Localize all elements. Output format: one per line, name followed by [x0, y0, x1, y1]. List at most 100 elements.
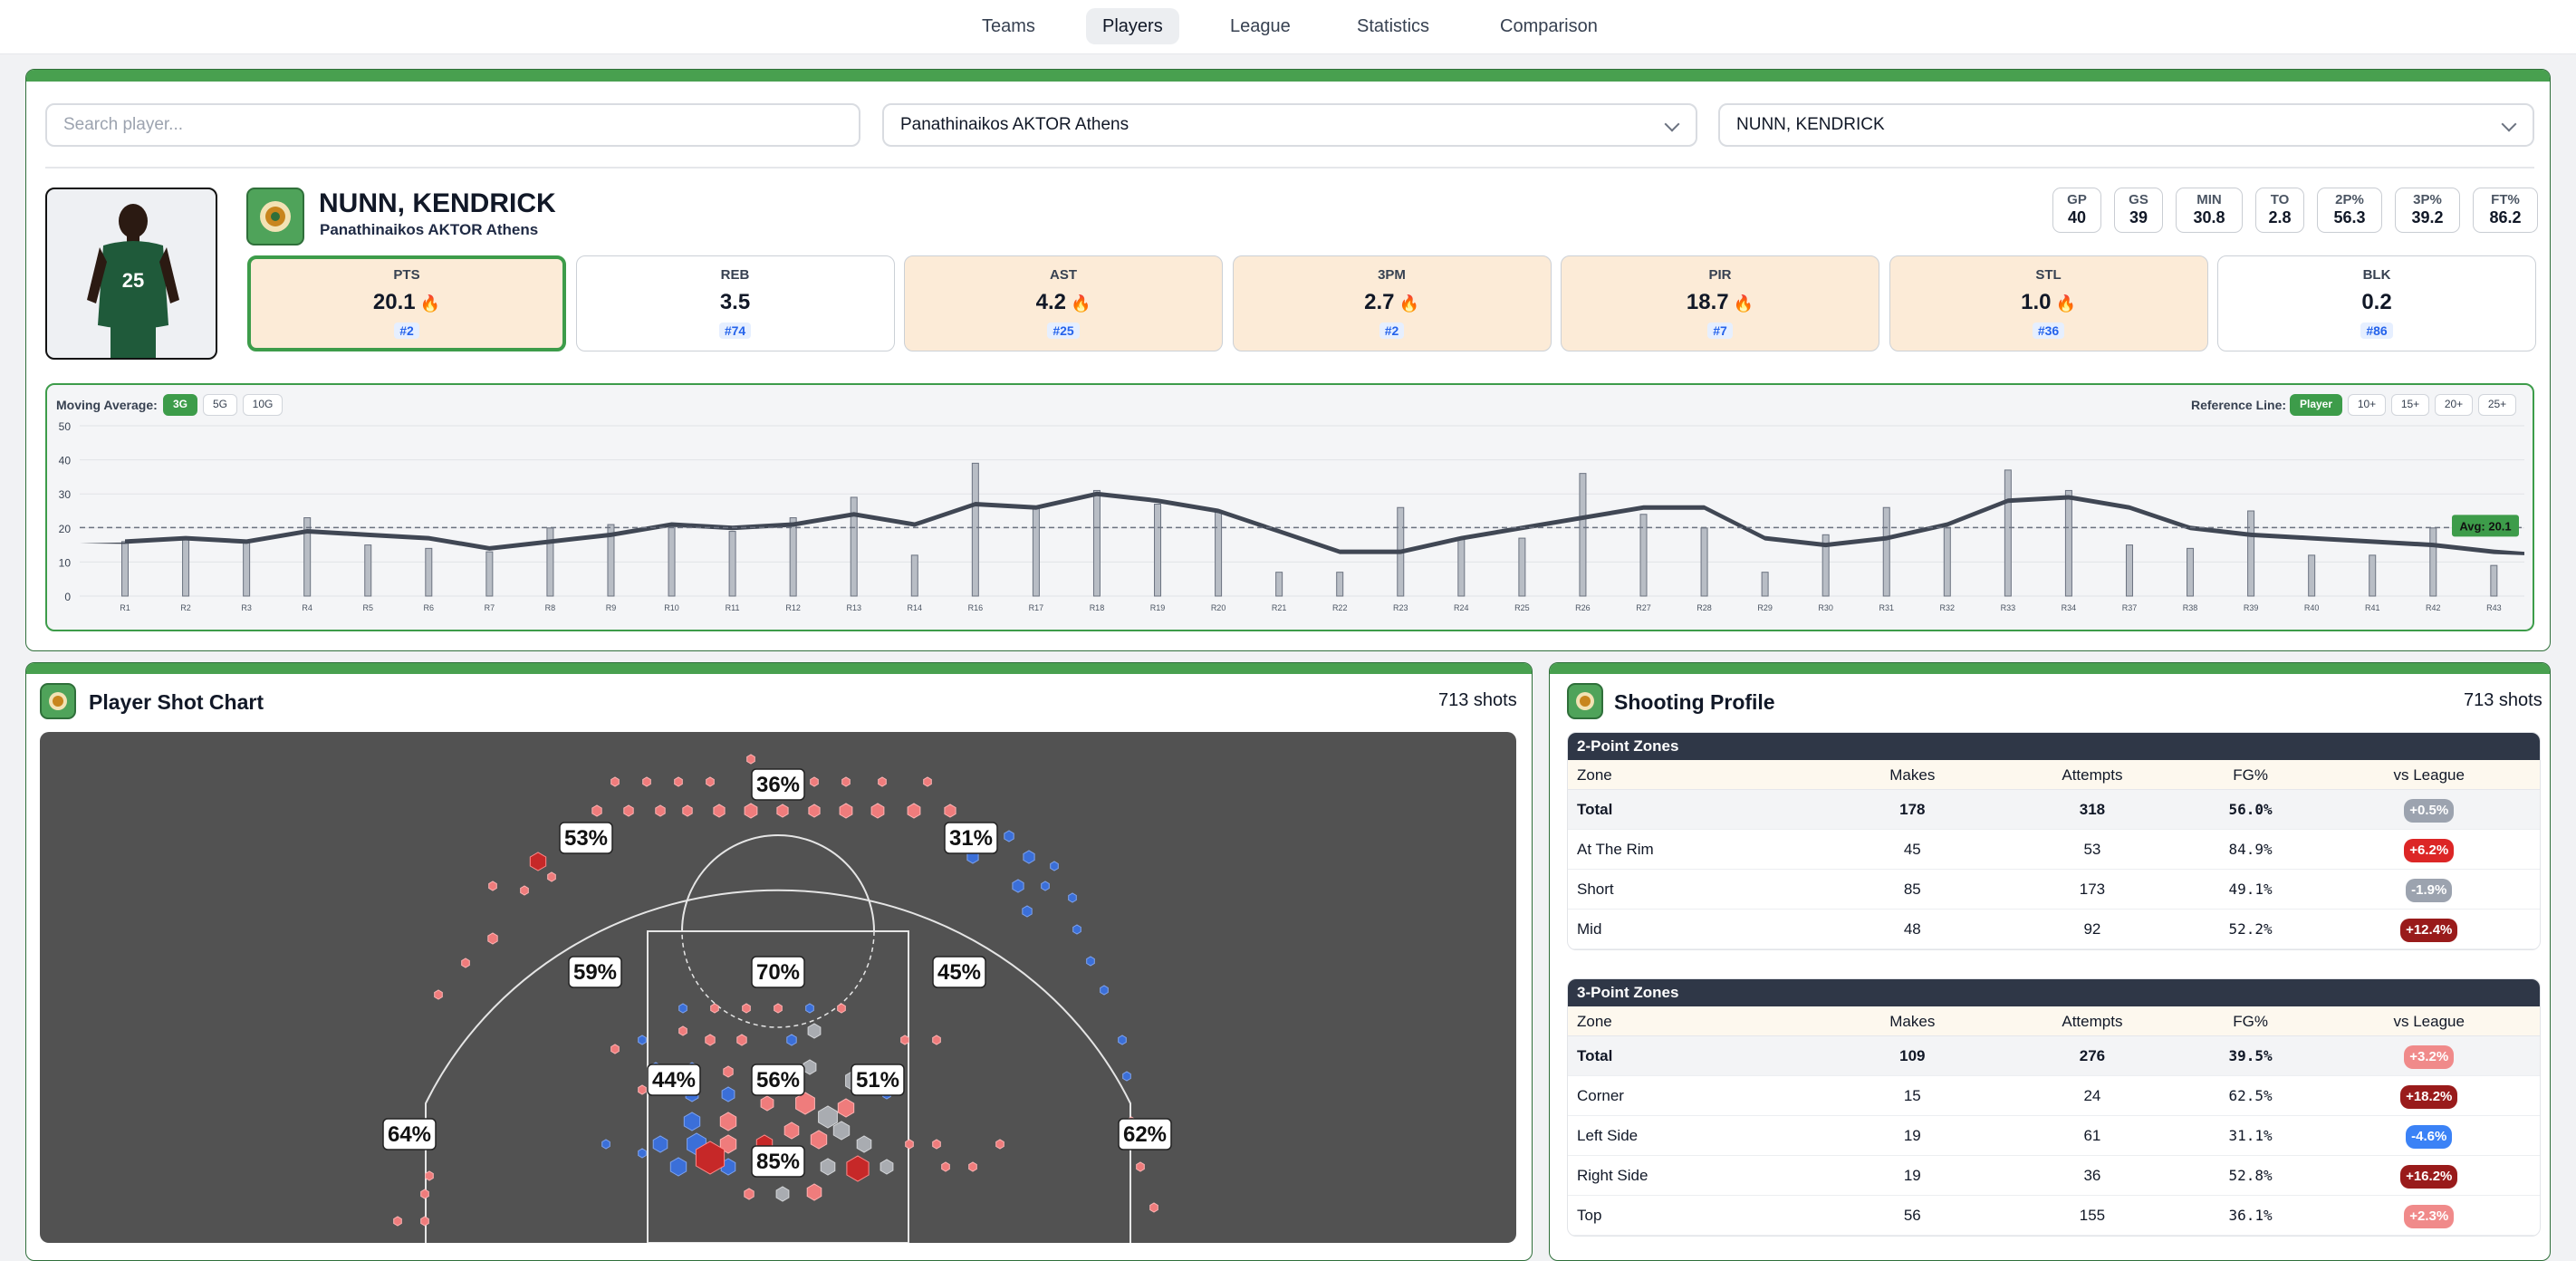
team-select[interactable]: Panathinaikos AKTOR Athens	[882, 103, 1697, 147]
nav-teams[interactable]: Teams	[966, 8, 1052, 44]
game-bar[interactable]	[1336, 572, 1344, 597]
shot-hex	[642, 776, 651, 787]
game-bar[interactable]	[1154, 503, 1162, 597]
shot-hex	[638, 1035, 647, 1045]
game-bar[interactable]	[1579, 473, 1587, 597]
shot-hex	[923, 776, 932, 787]
zone-name: At The Rim	[1577, 841, 1654, 858]
stat-card-pts[interactable]: PTS 20.1 🔥 #2	[247, 255, 566, 351]
team-logo	[246, 188, 304, 245]
game-bar[interactable]	[1215, 510, 1223, 597]
shot-hex	[1136, 1161, 1145, 1172]
stat-card-rank: #7	[1707, 322, 1733, 339]
game-bar[interactable]	[668, 524, 676, 597]
game-bar[interactable]	[1032, 506, 1040, 597]
game-bar[interactable]	[2004, 469, 2012, 597]
nav-league[interactable]: League	[1214, 8, 1307, 44]
makes-value: 45	[1903, 841, 1921, 858]
court-svg: 36% 53% 31% 59% 70% 45% 44% 56% 51% 64% 62% 85%	[382, 754, 1172, 1243]
stat-card-reb[interactable]: REB 3.5 #74	[575, 255, 895, 351]
y-tick-label: 40	[59, 455, 72, 467]
game-bar[interactable]	[2369, 554, 2377, 597]
game-bar[interactable]	[2187, 547, 2195, 597]
table-row: Corner 15 24 62.5% +18.2%	[1568, 1076, 2540, 1116]
shooting-profile-count: 713 shots	[2464, 690, 2542, 710]
game-bar[interactable]	[2064, 489, 2072, 597]
game-bar[interactable]	[1275, 572, 1283, 597]
game-bar[interactable]	[728, 531, 736, 597]
x-tick-label: R8	[545, 603, 556, 612]
fg-value: 52.2%	[2228, 920, 2273, 938]
stat-card-value-row: 2.7 🔥	[1234, 290, 1551, 315]
fg-value: 84.9%	[2228, 841, 2273, 858]
vs-league-cell: +3.2%	[2318, 1036, 2540, 1075]
table-row: Total 178 318 56.0% +0.5%	[1568, 790, 2540, 830]
shot-hex	[1149, 1202, 1158, 1213]
nav-statistics[interactable]: Statistics	[1341, 8, 1446, 44]
shot-hex	[610, 776, 620, 787]
shot-hex	[705, 1034, 716, 1046]
game-bar[interactable]	[2125, 544, 2133, 597]
game-bar[interactable]	[485, 551, 494, 597]
game-bar[interactable]	[1882, 506, 1890, 597]
shot-hex	[623, 804, 634, 817]
stat-card-3pm[interactable]: 3PM 2.7 🔥 #2	[1232, 255, 1552, 351]
x-tick-label: R13	[846, 603, 861, 612]
attempts-value: 53	[2083, 841, 2101, 858]
game-bar[interactable]	[1518, 537, 1526, 597]
stat-card-value: 0.2	[2361, 290, 2392, 314]
shot-hex	[638, 1084, 647, 1095]
team-logo-small	[40, 683, 76, 719]
y-tick-label: 20	[59, 523, 72, 535]
player-select[interactable]: NUNN, KENDRICK	[1718, 103, 2534, 147]
game-bar[interactable]	[971, 462, 979, 597]
stat-value: 39.2	[2411, 208, 2444, 226]
game-bar[interactable]	[2247, 510, 2255, 597]
game-bar[interactable]	[1761, 572, 1769, 597]
search-input[interactable]: Search player...	[45, 103, 860, 147]
game-bar[interactable]	[2490, 564, 2498, 597]
shot-hex	[870, 803, 885, 819]
game-bar[interactable]	[910, 554, 918, 597]
game-bar[interactable]	[789, 517, 797, 597]
shot-hex	[1100, 985, 1109, 996]
game-bar[interactable]	[2308, 554, 2316, 597]
table-row: Top 56 155 36.1% +2.3%	[1568, 1196, 2540, 1236]
game-bar[interactable]	[1639, 514, 1648, 597]
stat-card-blk[interactable]: BLK 0.2 #86	[2217, 255, 2536, 351]
attempts-value: 36	[2083, 1167, 2101, 1184]
game-bar[interactable]	[243, 541, 251, 597]
game-bar[interactable]	[1457, 537, 1466, 597]
zone-label: 45%	[932, 956, 986, 988]
nav-comparison[interactable]: Comparison	[1484, 8, 1614, 44]
fg-value: 62.5%	[2228, 1087, 2273, 1104]
game-bar[interactable]	[546, 527, 554, 597]
nav-players[interactable]: Players	[1086, 8, 1179, 44]
game-bar[interactable]	[182, 537, 190, 597]
game-bar[interactable]	[1092, 489, 1101, 597]
stat-card-ast[interactable]: AST 4.2 🔥 #25	[904, 255, 1223, 351]
stat-card-pir[interactable]: PIR 18.7 🔥 #7	[1561, 255, 1879, 351]
x-tick-label: R4	[302, 603, 312, 612]
x-tick-label: R16	[968, 603, 984, 612]
vs-league-badge: +2.3%	[2404, 1204, 2455, 1228]
game-bar[interactable]	[121, 541, 129, 597]
vs-league-cell: -4.6%	[2318, 1116, 2540, 1155]
attempts-value: 173	[2079, 881, 2106, 898]
vs-league-cell: +12.4%	[2318, 910, 2540, 948]
y-tick-label: 30	[59, 488, 72, 501]
shot-hex	[1122, 1071, 1131, 1082]
zone-pct: 36%	[756, 773, 800, 797]
game-bar[interactable]	[364, 544, 372, 597]
col-fg: FG%	[2233, 766, 2268, 784]
game-bar[interactable]	[1700, 527, 1708, 597]
x-tick-label: R21	[1272, 603, 1287, 612]
game-bar[interactable]	[1943, 527, 1951, 597]
shot-hex	[944, 804, 956, 818]
shot-hex	[706, 776, 715, 787]
shot-hex	[1004, 830, 1014, 842]
stat-card-stl[interactable]: STL 1.0 🔥 #36	[1889, 255, 2208, 351]
game-bar[interactable]	[2429, 527, 2437, 597]
game-bar[interactable]	[425, 547, 433, 597]
shot-hex	[674, 776, 683, 787]
